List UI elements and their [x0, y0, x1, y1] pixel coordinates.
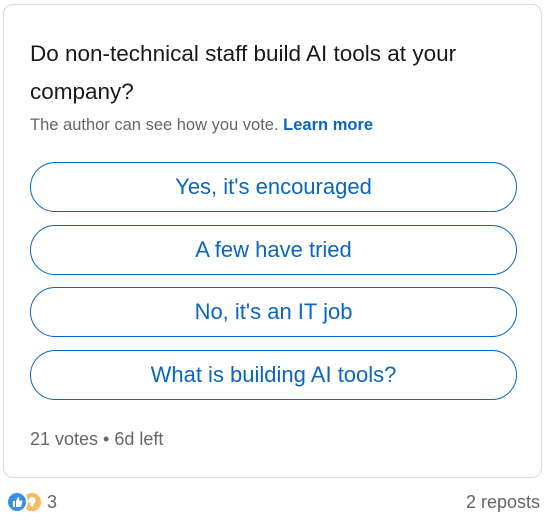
reaction-count: 3 [47, 491, 58, 512]
poll-options: Yes, it's encouraged A few have tried No… [30, 162, 517, 412]
poll-card: Do non-technical staff build AI tools at… [3, 4, 542, 478]
poll-option-it-job[interactable]: No, it's an IT job [30, 287, 517, 337]
reactions-summary[interactable]: 3 [6, 491, 57, 513]
like-icon [6, 491, 28, 513]
poll-option-few-tried[interactable]: A few have tried [30, 224, 517, 275]
privacy-text: The author can see how you vote. [30, 116, 279, 134]
poll-meta: 21 votes • 6d left [30, 429, 164, 449]
poll-option-yes-encouraged[interactable]: Yes, it's encouraged [30, 162, 517, 212]
poll-option-what-is[interactable]: What is building AI tools? [30, 349, 517, 400]
reposts-link[interactable]: 2 reposts [466, 492, 540, 513]
poll-question: Do non-technical staff build AI tools at… [30, 41, 457, 104]
learn-more-link[interactable]: Learn more [283, 116, 373, 134]
post-social-footer: 3 2 reposts [0, 490, 546, 518]
poll-privacy-note: The author can see how you vote. Learn m… [30, 114, 520, 136]
